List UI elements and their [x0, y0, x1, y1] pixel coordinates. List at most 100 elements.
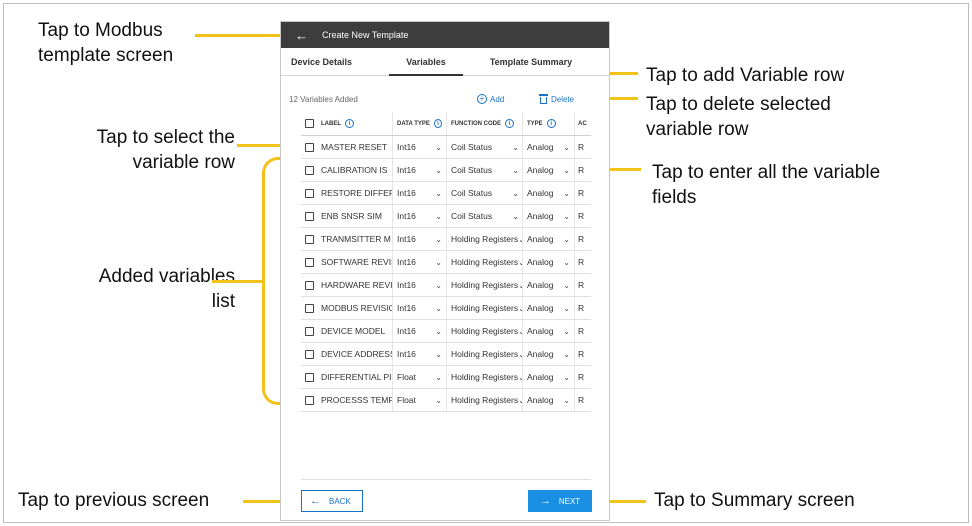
row-checkbox[interactable]	[304, 395, 314, 405]
label-input[interactable]: ENB SNSR SIM	[321, 211, 382, 221]
access-cell[interactable]: R	[575, 205, 591, 227]
tab-variables[interactable]: Variables	[381, 48, 471, 76]
access-cell[interactable]: R	[575, 366, 591, 388]
type-select[interactable]: Analog ⌄	[523, 343, 575, 365]
function-code-select[interactable]: Holding Registers⌄	[447, 389, 523, 411]
type-select[interactable]: Analog ⌄	[523, 182, 575, 204]
back-button[interactable]: ← BACK	[301, 490, 363, 512]
row-checkbox[interactable]	[304, 257, 314, 267]
info-icon[interactable]: i	[433, 119, 442, 128]
access-cell[interactable]: R	[575, 297, 591, 319]
label-cell[interactable]: SOFTWARE REVIS	[317, 251, 393, 273]
label-input[interactable]: MASTER RESET	[321, 142, 387, 152]
data-type-select[interactable]: Int16 ⌄	[393, 343, 447, 365]
access-cell[interactable]: R	[575, 251, 591, 273]
data-type-select[interactable]: Int16 ⌄	[393, 251, 447, 273]
row-checkbox[interactable]	[304, 349, 314, 359]
label-input[interactable]: DEVICE MODEL	[321, 326, 385, 336]
table-row[interactable]: HARDWARE REVIInt16⌄Holding Registers⌄Ana…	[301, 274, 591, 297]
data-type-select[interactable]: Int16 ⌄	[393, 159, 447, 181]
table-row[interactable]: ENB SNSR SIM Int16 ⌄ Coil Status ⌄ Analog ⌄ R	[301, 205, 591, 228]
label-cell[interactable]: CALIBRATION IS	[317, 159, 393, 181]
function-code-select[interactable]: Holding Registers⌄	[447, 297, 523, 319]
label-input[interactable]: DIFFERENTIAL PI	[321, 372, 392, 382]
label-input[interactable]: HARDWARE REVI	[321, 280, 392, 290]
function-code-select[interactable]: Holding Registers⌄	[447, 343, 523, 365]
back-arrow-icon[interactable]: ←	[295, 29, 308, 42]
table-row[interactable]: SOFTWARE REVISInt16⌄Holding Registers⌄An…	[301, 251, 591, 274]
access-cell[interactable]: R	[575, 182, 591, 204]
label-input[interactable]: SOFTWARE REVIS	[321, 257, 392, 267]
label-input[interactable]: PROCESSS TEMP	[321, 395, 392, 405]
label-cell[interactable]: MASTER RESET	[317, 136, 393, 158]
label-cell[interactable]: HARDWARE REVI	[317, 274, 393, 296]
label-input[interactable]: RESTORE DIFFEF	[321, 188, 392, 198]
row-checkbox[interactable]	[304, 188, 314, 198]
access-cell[interactable]: R	[575, 343, 591, 365]
table-row[interactable]: DIFFERENTIAL PIFloat⌄Holding Registers⌄A…	[301, 366, 591, 389]
type-select[interactable]: Analog ⌄	[523, 320, 575, 342]
label-cell[interactable]: ENB SNSR SIM	[317, 205, 393, 227]
table-row[interactable]: MASTER RESET Int16 ⌄ Coil Status ⌄ Analog ⌄ R	[301, 136, 591, 159]
type-select[interactable]: Analog ⌄	[523, 251, 575, 273]
data-type-select[interactable]: Int16 ⌄	[393, 274, 447, 296]
function-code-select[interactable]: Coil Status ⌄	[447, 136, 523, 158]
info-icon[interactable]: i	[505, 119, 514, 128]
label-cell[interactable]: TRANMSITTER M	[317, 228, 393, 250]
row-checkbox[interactable]	[304, 372, 314, 382]
row-checkbox[interactable]	[304, 211, 314, 221]
function-code-select[interactable]: Holding Registers⌄	[447, 320, 523, 342]
info-icon[interactable]: i	[345, 119, 354, 128]
access-cell[interactable]: R	[575, 228, 591, 250]
row-checkbox[interactable]	[304, 142, 314, 152]
label-cell[interactable]: DEVICE ADDRESS	[317, 343, 393, 365]
table-row[interactable]: CALIBRATION IS Int16 ⌄ Coil Status ⌄ Analog ⌄ R	[301, 159, 591, 182]
type-select[interactable]: Analog ⌄	[523, 297, 575, 319]
function-code-select[interactable]: Holding Registers⌄	[447, 251, 523, 273]
function-code-select[interactable]: Coil Status ⌄	[447, 182, 523, 204]
data-type-select[interactable]: Int16 ⌄	[393, 320, 447, 342]
label-cell[interactable]: DIFFERENTIAL PI	[317, 366, 393, 388]
data-type-select[interactable]: Float ⌄	[393, 366, 447, 388]
type-select[interactable]: Analog ⌄	[523, 366, 575, 388]
access-cell[interactable]: R	[575, 320, 591, 342]
function-code-select[interactable]: Coil Status ⌄	[447, 205, 523, 227]
type-select[interactable]: Analog ⌄	[523, 274, 575, 296]
row-checkbox[interactable]	[304, 280, 314, 290]
table-row[interactable]: TRANMSITTER MInt16⌄Holding Registers⌄Ana…	[301, 228, 591, 251]
table-row[interactable]: RESTORE DIFFEF Int16 ⌄ Coil Status ⌄ Analog ⌄ R	[301, 182, 591, 205]
row-checkbox[interactable]	[304, 303, 314, 313]
label-cell[interactable]: DEVICE MODEL	[317, 320, 393, 342]
access-cell[interactable]: R	[575, 274, 591, 296]
next-button[interactable]: → NEXT	[528, 490, 592, 512]
type-select[interactable]: Analog ⌄	[523, 136, 575, 158]
type-select[interactable]: Analog ⌄	[523, 389, 575, 411]
function-code-select[interactable]: Coil Status ⌄	[447, 159, 523, 181]
table-row[interactable]: MODBUS REVISIOInt16⌄Holding Registers⌄An…	[301, 297, 591, 320]
data-type-select[interactable]: Float ⌄	[393, 389, 447, 411]
function-code-select[interactable]: Holding Registers⌄	[447, 366, 523, 388]
label-cell[interactable]: RESTORE DIFFEF	[317, 182, 393, 204]
delete-variable-button[interactable]: Delete	[539, 94, 574, 104]
tab-device-details[interactable]: Device Details	[281, 48, 381, 75]
access-cell[interactable]: R	[575, 389, 591, 411]
label-input[interactable]: CALIBRATION IS	[321, 165, 387, 175]
function-code-select[interactable]: Holding Registers⌄	[447, 228, 523, 250]
label-input[interactable]: TRANMSITTER M	[321, 234, 391, 244]
type-select[interactable]: Analog ⌄	[523, 205, 575, 227]
access-cell[interactable]: R	[575, 159, 591, 181]
label-input[interactable]: DEVICE ADDRESS	[321, 349, 392, 359]
table-row[interactable]: PROCESSS TEMPFloat⌄Holding Registers⌄Ana…	[301, 389, 591, 412]
access-cell[interactable]: R	[575, 136, 591, 158]
select-all-checkbox[interactable]	[304, 119, 314, 128]
type-select[interactable]: Analog ⌄	[523, 228, 575, 250]
data-type-select[interactable]: Int16 ⌄	[393, 297, 447, 319]
label-cell[interactable]: MODBUS REVISIO	[317, 297, 393, 319]
table-row[interactable]: DEVICE MODEL Int16⌄Holding Registers⌄Anal…	[301, 320, 591, 343]
info-icon[interactable]: i	[546, 119, 556, 128]
data-type-select[interactable]: Int16 ⌄	[393, 182, 447, 204]
label-cell[interactable]: PROCESSS TEMP	[317, 389, 393, 411]
tab-template-summary[interactable]: Template Summary	[471, 48, 591, 75]
data-type-select[interactable]: Int16 ⌄	[393, 228, 447, 250]
row-checkbox[interactable]	[304, 165, 314, 175]
